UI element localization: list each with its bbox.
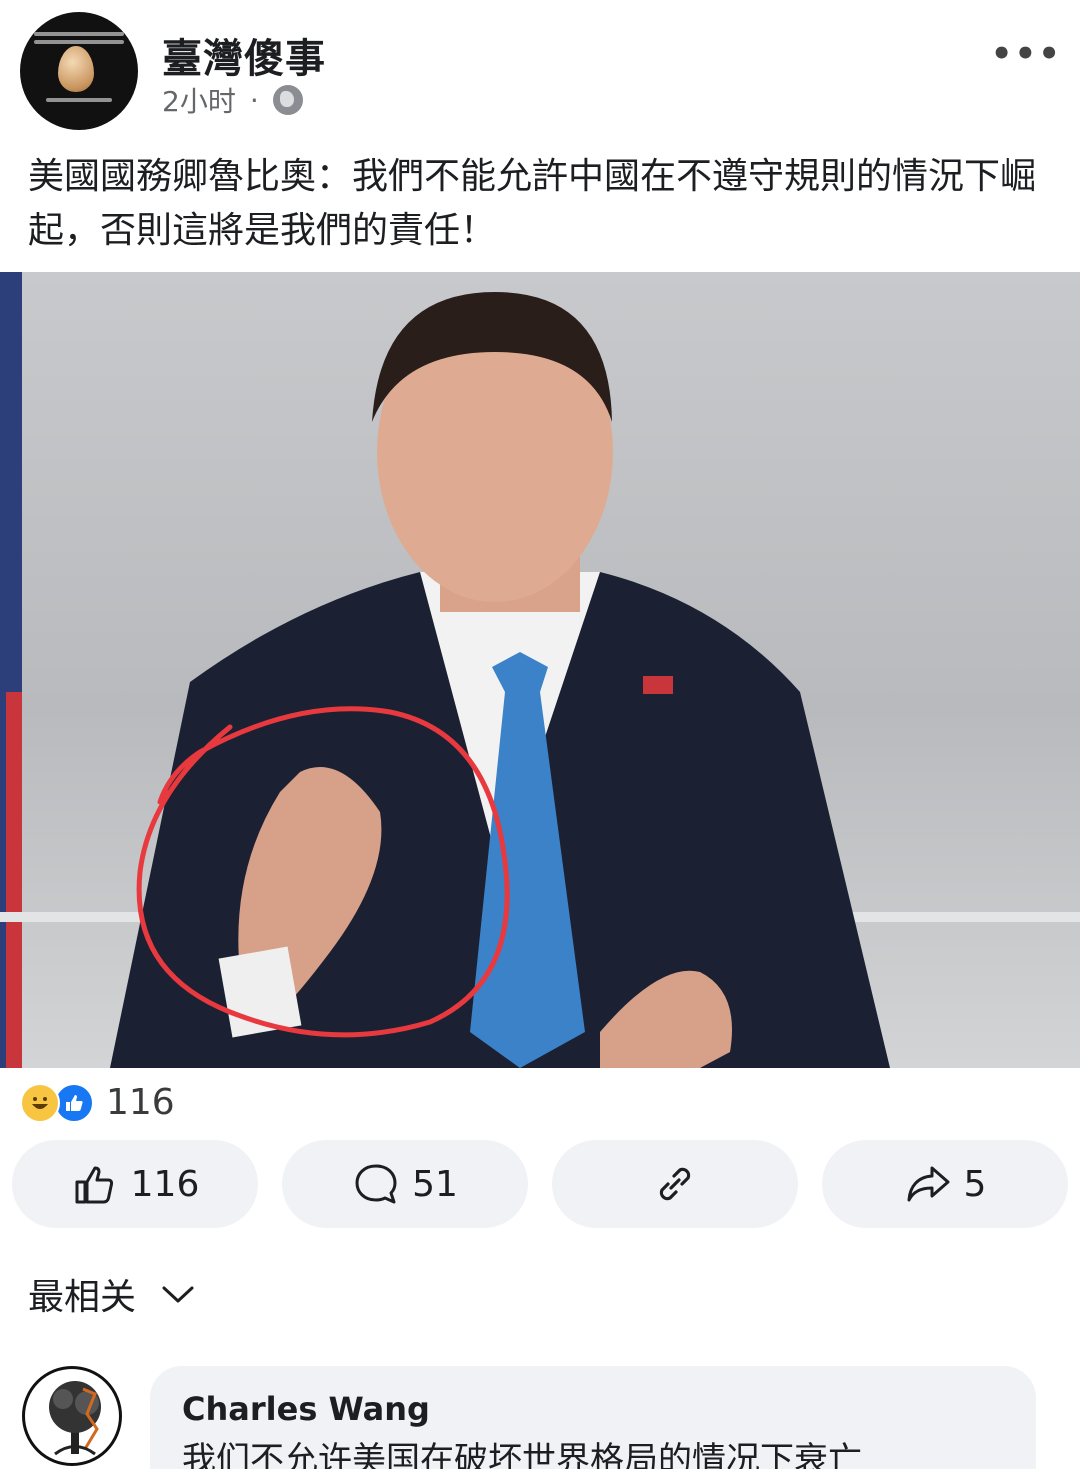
reactions-summary[interactable]: 116	[20, 1082, 175, 1123]
comment-sort-dropdown[interactable]: 最相关	[28, 1268, 196, 1320]
share-arrow-icon	[907, 1166, 950, 1202]
comment-count: 51	[412, 1163, 458, 1205]
like-count: 116	[130, 1163, 200, 1205]
post-action-bar: 116 51 5	[12, 1140, 1068, 1228]
egg-logo-icon	[58, 46, 94, 92]
post-time[interactable]: 2小时	[162, 80, 236, 120]
comment-author[interactable]: Charles Wang	[182, 1390, 430, 1428]
globe-icon	[272, 85, 303, 115]
reaction-count: 116	[106, 1082, 175, 1123]
page-avatar[interactable]	[20, 12, 138, 130]
tree-logo-icon	[49, 1381, 101, 1456]
thumbs-up-icon	[75, 1166, 113, 1204]
chevron-down-icon	[162, 1286, 194, 1303]
commenter-avatar[interactable]	[22, 1366, 122, 1466]
comment-button[interactable]: 51	[282, 1140, 528, 1228]
link-icon	[659, 1167, 691, 1201]
like-emoji-icon	[54, 1082, 94, 1123]
copy-link-button[interactable]	[552, 1140, 798, 1228]
comment-text: 我们不允许美国在破坏世界格局的情况下衰亡	[182, 1440, 862, 1469]
photo-illustration	[0, 272, 1080, 1068]
page-name[interactable]: 臺灣傻事	[162, 26, 326, 84]
like-button[interactable]: 116	[12, 1140, 258, 1228]
avatar-caption-line	[34, 40, 124, 44]
more-options-icon[interactable]: •••	[991, 34, 1062, 74]
post-meta: 2小时 ·	[162, 80, 303, 120]
share-count: 5	[963, 1163, 987, 1205]
comment-icon	[355, 1164, 397, 1204]
avatar-caption-line	[34, 32, 124, 36]
meta-separator: ·	[249, 83, 259, 117]
avatar-caption-line	[46, 98, 112, 102]
share-button[interactable]: 5	[822, 1140, 1068, 1228]
post-text: 美國國務卿魯比奧：我們不能允許中國在不遵守規則的情況下崛起，否則這將是我們的責任…	[28, 156, 1037, 251]
sort-label: 最相关	[28, 1277, 137, 1318]
haha-emoji-icon	[20, 1082, 60, 1123]
post-photo[interactable]	[0, 272, 1080, 1068]
